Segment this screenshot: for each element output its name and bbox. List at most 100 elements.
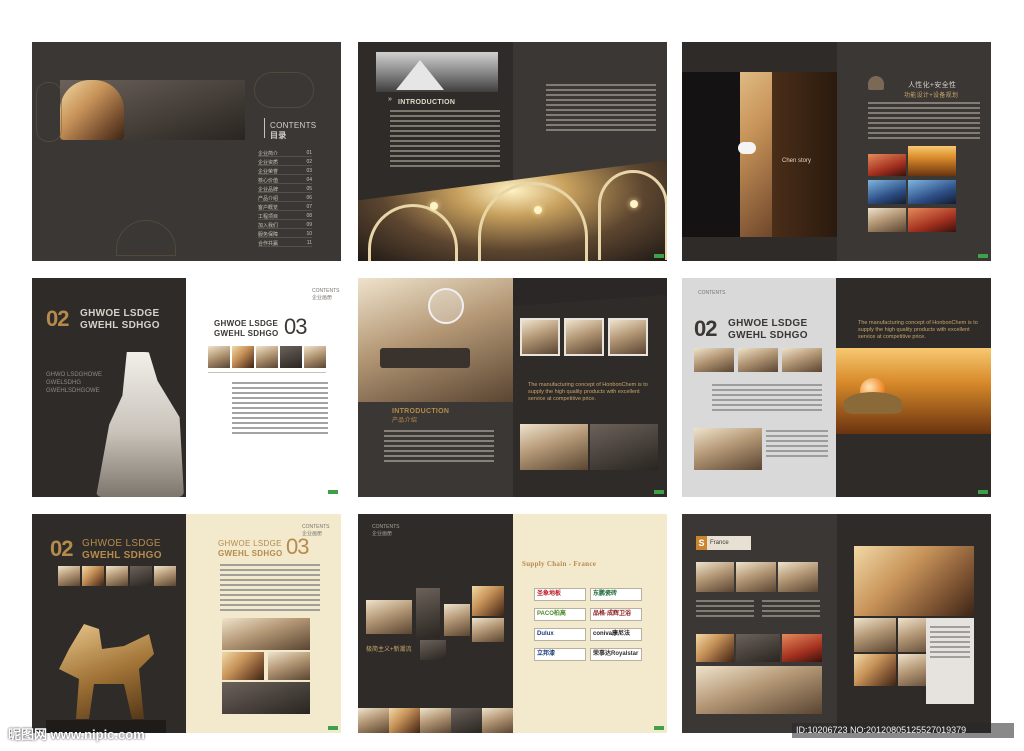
toc-label: 企业荣誉 — [258, 169, 279, 175]
toc-row: 企业荣誉 03 — [258, 168, 312, 175]
footer-strip-4 — [451, 708, 482, 733]
thumb-2 — [564, 318, 604, 356]
toc-row: 工程项目 08 — [258, 213, 312, 220]
bar-divider — [208, 372, 326, 373]
room-photo — [694, 428, 762, 470]
page-tag — [654, 490, 664, 494]
photo-bottom-1 — [520, 424, 588, 470]
badge-letter-box: S — [696, 536, 707, 550]
chandelier-2 — [534, 206, 542, 214]
intro-arrows: » — [388, 96, 392, 103]
toc-label: 企业品牌 — [258, 187, 279, 193]
arch-3 — [598, 170, 667, 260]
right-section-number: 03 — [284, 314, 308, 339]
spread-france: S France — [682, 514, 991, 733]
toc-page-number: 05 — [306, 186, 312, 192]
strip-4 — [280, 346, 302, 368]
photo-6 — [782, 634, 822, 662]
spread-service: Chen story 人性化+安全性 功能设计+设备规划 — [682, 42, 991, 261]
intro-text-right — [546, 84, 656, 134]
louvre-photo — [376, 52, 498, 92]
sofa-shape — [380, 348, 470, 368]
toc-label: 企业资质 — [258, 160, 279, 166]
statue-bust-photo — [60, 80, 124, 140]
living-room-photo — [358, 278, 513, 402]
cn-heading-2: 功能设计+设备规划 — [904, 93, 959, 99]
toc-page-number: 08 — [306, 213, 312, 219]
thumb-3 — [868, 180, 906, 204]
chandelier-1 — [430, 202, 438, 210]
slogan: 极简主义+新潮流 — [366, 647, 412, 653]
toc-row: 合作共赢 11 — [258, 240, 312, 247]
toc-page-number: 06 — [306, 195, 312, 201]
toc-label: 服务保障 — [258, 232, 279, 238]
right-page — [513, 514, 667, 733]
brand-logo: 品格·成辉卫浴 — [590, 608, 642, 621]
right-headline-2: GWEHL SDHGO — [218, 549, 283, 558]
tagline: The manufacturing concept of HonbonChem … — [858, 320, 978, 340]
spread-introduction: INTRODUCTION » — [358, 42, 667, 261]
page-tag — [328, 726, 338, 730]
headline-2: GWEHL SDHGO — [80, 320, 160, 331]
thumb-1 — [520, 318, 560, 356]
contents-divider — [264, 118, 265, 138]
strip-3 — [106, 566, 128, 586]
text-col-1 — [696, 600, 754, 620]
photo-bottom-2 — [590, 424, 658, 470]
toc-page-number: 01 — [306, 150, 312, 156]
toc-page-number: 02 — [306, 159, 312, 165]
tagline: The manufacturing concept of HonbonChem … — [528, 382, 648, 402]
strip-2 — [738, 348, 778, 372]
footer-strip-3 — [420, 708, 451, 733]
photo-bottom — [222, 682, 310, 714]
brand-logo: Dulux — [534, 628, 586, 641]
page-tag — [978, 254, 988, 258]
glove-shape — [738, 142, 756, 154]
collage-2 — [416, 588, 440, 638]
toc-page-number: 09 — [306, 222, 312, 228]
toc-row: 核心价值 04 — [258, 177, 312, 184]
toc-label: 合作共赢 — [258, 241, 279, 247]
service-text — [868, 102, 980, 142]
collage-5 — [472, 618, 504, 642]
spread-statue: 02 GHWOE LSDGE GWEHL SDHGO GHWO LSDGHOWE… — [32, 278, 341, 497]
photo-mid-2 — [268, 652, 310, 680]
right-headline-2: GWEHL SDHGO — [214, 329, 279, 338]
body-text-1 — [712, 384, 822, 414]
toc-page-number: 04 — [306, 177, 312, 183]
toc-page-number: 11 — [306, 240, 312, 246]
collage-6 — [420, 640, 446, 660]
sub-2: GWELSDHG — [46, 380, 82, 386]
door-photo: Chen story — [682, 72, 837, 237]
strip-5 — [304, 346, 326, 368]
info-text — [930, 626, 970, 661]
body-text — [220, 564, 320, 614]
collage-3 — [444, 604, 470, 636]
spread-products: The manufacturing concept of HonbonChem … — [358, 278, 667, 497]
headline-2: GWEHL SDHGO — [82, 550, 162, 561]
pyramid-shape — [396, 60, 444, 90]
bedroom-photo-1 — [854, 618, 896, 652]
section-number: 02 — [50, 536, 74, 561]
body-text — [384, 430, 494, 465]
strip-2 — [82, 566, 104, 586]
photo-7 — [696, 666, 822, 714]
sub-1: GHWO LSDGHOWE — [46, 372, 103, 378]
toc-label: 工程项目 — [258, 214, 279, 220]
strip-1 — [208, 346, 230, 368]
headline-1: GHWOE LSDGE — [728, 318, 808, 329]
intro-title: INTRODUCTION — [398, 99, 456, 106]
footer-strip-2 — [389, 708, 420, 733]
photo-2 — [736, 562, 776, 592]
contents-mark: CONTENTS — [698, 290, 726, 296]
spread-supply-chain: CONTENTS 企业画册 极简主义+新潮流 Supply Chain - Fr… — [358, 514, 667, 733]
strip-3 — [256, 346, 278, 368]
photo-5 — [736, 634, 780, 662]
right-section-number: 03 — [286, 534, 310, 559]
ornament-photo — [60, 80, 245, 140]
page-tag — [328, 490, 338, 494]
collage-1 — [366, 600, 412, 634]
ornament-right — [254, 72, 314, 108]
toc-label: 客户概览 — [258, 205, 279, 211]
thumb-4 — [908, 180, 956, 204]
